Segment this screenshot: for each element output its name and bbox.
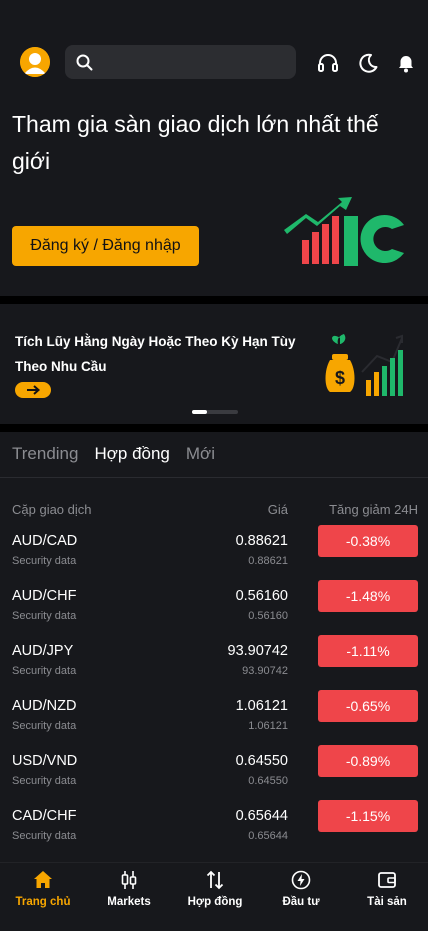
promo-text: Tích Lũy Hằng Ngày Hoặc Theo Kỳ Hạn Tùy … [15,334,296,374]
price-sub: 0.65644 [248,830,288,842]
price-sub: 0.88621 [248,555,288,567]
hero-title: Tham gia sàn giao dịch lớn nhất thế giới [12,111,379,174]
pair-name: AUD/JPY [12,643,74,659]
nav-invest[interactable]: Đầu tư [258,863,344,931]
tab-trending[interactable]: Trending [12,444,78,464]
nav-label: Markets [107,896,151,908]
nav-label: Đầu tư [282,896,320,908]
money-bag-growth-icon: $ [325,334,403,396]
change-badge[interactable]: -1.48% [318,580,418,612]
pair-sub: Security data [12,720,77,732]
pair-name: AUD/CHF [12,588,77,604]
market-section: Trending Hợp đồng Mới Cặp giao dịch Giá … [0,432,428,862]
price: 93.90742 [227,643,288,659]
pair-sub: Security data [12,555,77,567]
carousel-indicator-active [192,410,207,414]
pair-sub: Security data [12,830,77,842]
wallet-icon [377,869,397,891]
price: 1.06121 [235,698,288,714]
column-header-price: Giá [267,502,288,517]
price-sub: 0.64550 [248,775,288,787]
carousel-indicator [192,410,238,414]
pair-name: AUD/CAD [12,533,78,549]
market-tabs: Trending Hợp đồng Mới [12,444,215,464]
change-badge[interactable]: -0.38% [318,525,418,557]
pair-name: CAD/CHF [12,808,77,824]
home-icon [33,869,53,891]
price-sub: 1.06121 [248,720,288,732]
promo-banner[interactable]: Tích Lũy Hằng Ngày Hoặc Theo Kỳ Hạn Tùy … [0,304,428,424]
pair-sub: Security data [12,775,77,787]
price: 0.65644 [235,808,288,824]
nav-assets[interactable]: Tài sản [344,863,428,931]
growth-chart-logo [284,197,404,266]
nav-home[interactable]: Trang chủ [0,863,86,931]
search-icon [76,54,93,71]
swap-vertical-icon [205,869,225,891]
price: 0.64550 [235,753,288,769]
change-badge[interactable]: -1.15% [318,800,418,832]
top-banner: Tham gia sàn giao dịch lớn nhất thế giới… [0,0,428,296]
change-badge[interactable]: -0.89% [318,745,418,777]
nav-label: Tài sản [367,896,407,908]
price: 0.56160 [235,588,288,604]
svg-text:$: $ [335,368,345,388]
pair-name: AUD/NZD [12,698,77,714]
price-sub: 93.90742 [242,665,288,677]
register-login-button[interactable]: Đăng ký / Đăng nhập [12,226,199,266]
change-badge[interactable]: -1.11% [318,635,418,667]
price-sub: 0.56160 [248,610,288,622]
divider [0,477,428,478]
user-avatar-icon[interactable] [20,47,50,77]
tab-contracts[interactable]: Hợp đồng [94,444,169,464]
pair-name: USD/VND [12,753,78,769]
column-header-change: Tăng giảm 24H [329,502,418,517]
tab-new[interactable]: Mới [186,444,215,464]
nav-label: Hợp đồng [187,896,243,908]
bell-icon[interactable] [393,50,419,76]
price: 0.88621 [235,533,288,549]
bottom-nav: Trang chủ Markets Hợp đồng Đầu tư Tài sả… [0,862,428,931]
search-input[interactable] [65,45,296,79]
change-badge[interactable]: -0.65% [318,690,418,722]
table-row[interactable]: CAD/CHF Security data 0.65644 0.65644 -1… [0,800,428,863]
headset-icon[interactable] [315,50,341,76]
nav-label: Trang chủ [15,896,71,908]
candlestick-icon [119,869,139,891]
column-header-pair: Cặp giao dịch [12,502,92,517]
moon-icon[interactable] [355,50,381,76]
nav-markets[interactable]: Markets [86,863,172,931]
nav-contracts[interactable]: Hợp đồng [172,863,258,931]
arrow-right-icon[interactable] [15,382,51,398]
lightning-icon [291,869,311,891]
pair-sub: Security data [12,610,77,622]
pair-sub: Security data [12,665,77,677]
